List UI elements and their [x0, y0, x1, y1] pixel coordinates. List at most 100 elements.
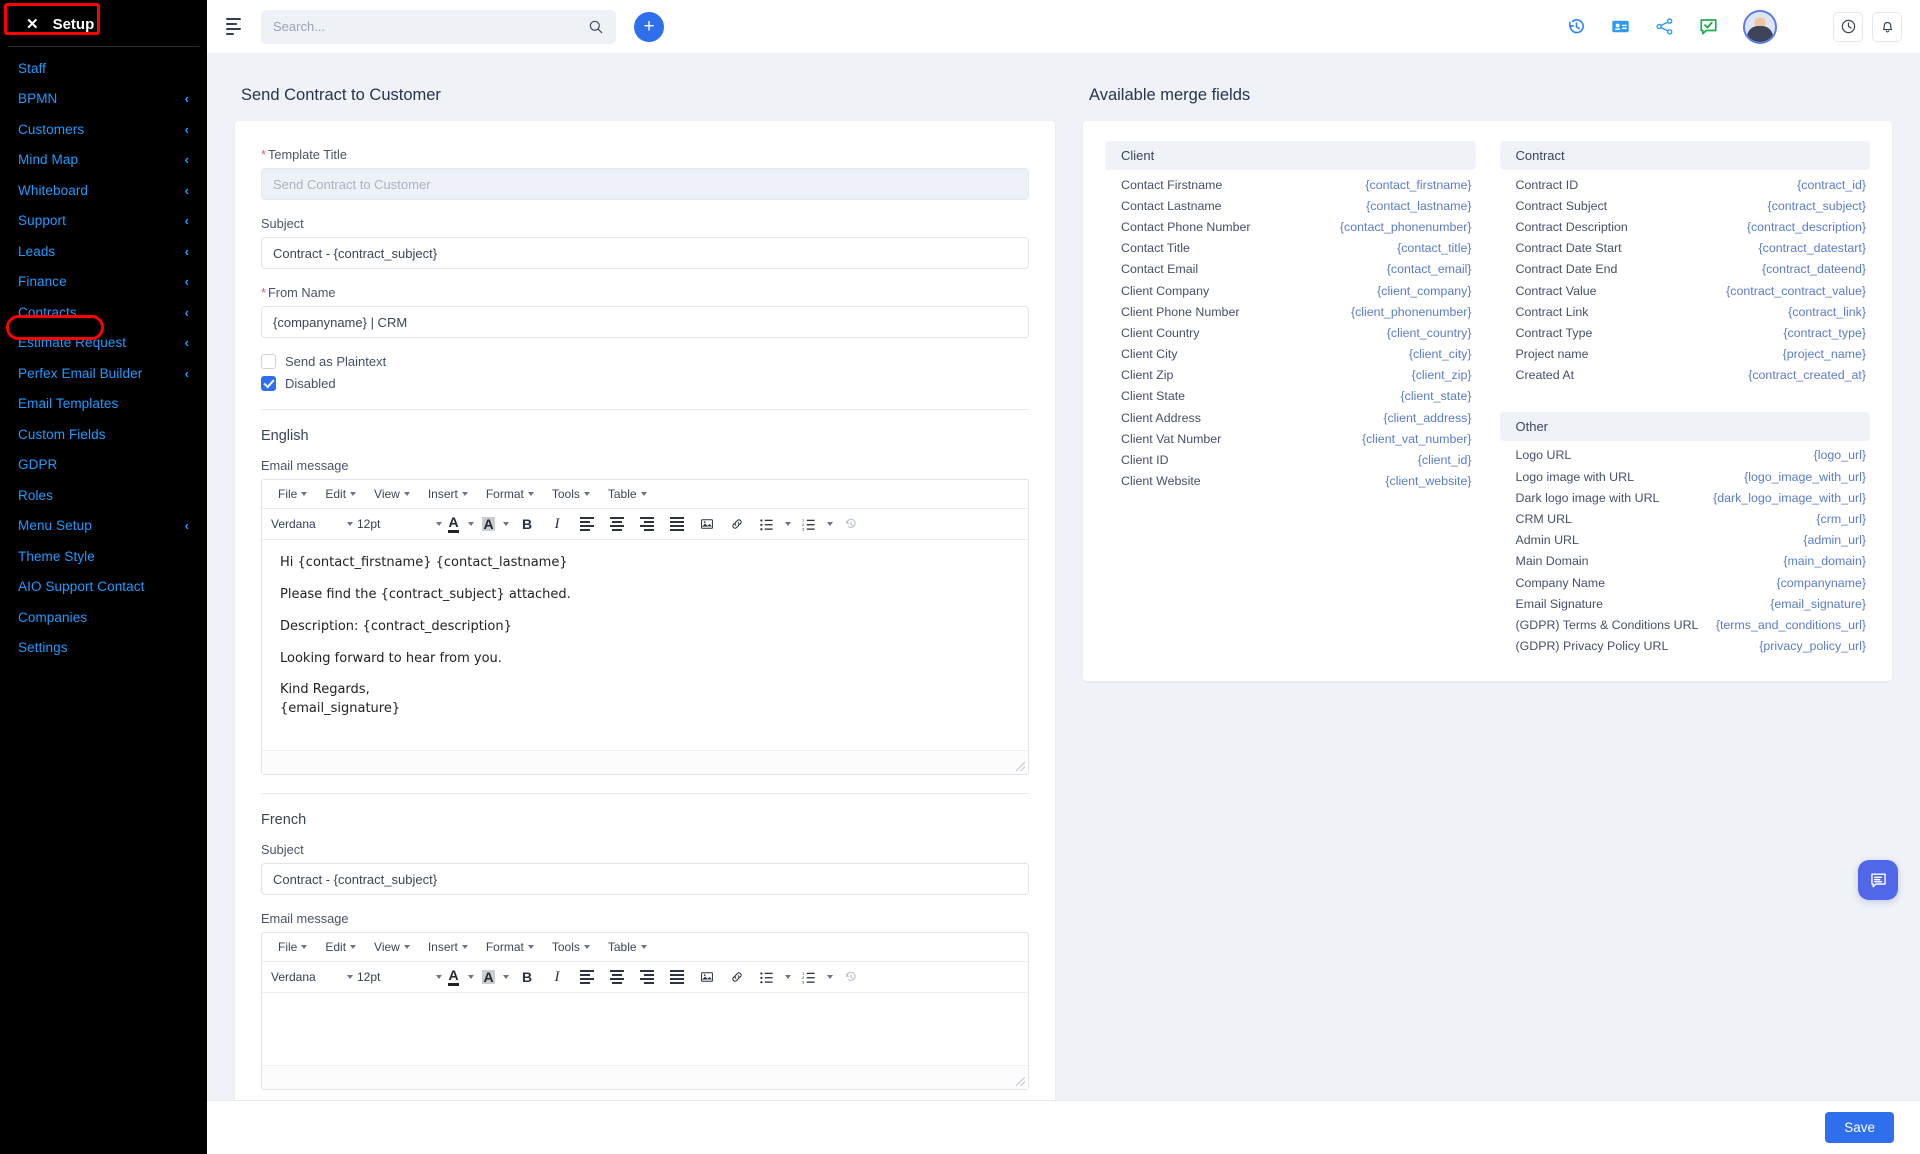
- history-icon[interactable]: [1565, 16, 1587, 38]
- editor-menu-edit[interactable]: Edit: [316, 933, 365, 961]
- merge-field-row[interactable]: Contract Subject {contract_subject}: [1500, 195, 1871, 216]
- merge-field-row[interactable]: Contact Phone Number {contact_phonenumber…: [1105, 216, 1476, 237]
- editor-menu-view[interactable]: View: [365, 933, 419, 961]
- font-family-select[interactable]: Verdana: [271, 966, 353, 988]
- merge-field-key[interactable]: {contact_email}: [1387, 262, 1472, 276]
- sidebar-item-aio-support-contact[interactable]: AIO Support Contact: [0, 572, 207, 603]
- italic-icon[interactable]: I: [542, 966, 572, 988]
- editor-menu-insert[interactable]: Insert: [419, 933, 477, 961]
- merge-field-key[interactable]: {contract_contract_value}: [1726, 284, 1866, 298]
- green-chat-icon[interactable]: [1697, 16, 1719, 38]
- merge-field-row[interactable]: Client Website {client_website}: [1105, 471, 1476, 492]
- close-icon[interactable]: ✕: [26, 17, 39, 32]
- merge-field-key[interactable]: {client_company}: [1377, 284, 1471, 298]
- editor-menu-file[interactable]: File: [269, 933, 316, 961]
- sidebar-item-menu-setup[interactable]: Menu Setup ‹: [0, 511, 207, 542]
- merge-field-row[interactable]: Client Address {client_address}: [1105, 407, 1476, 428]
- share-icon[interactable]: [1653, 16, 1675, 38]
- sidebar-item-support[interactable]: Support ‹: [0, 206, 207, 237]
- text-color-icon[interactable]: A: [442, 966, 465, 988]
- merge-field-row[interactable]: Client ID {client_id}: [1105, 449, 1476, 470]
- chat-fab-button[interactable]: [1858, 860, 1898, 900]
- resize-handle[interactable]: [1016, 1077, 1025, 1086]
- text-color-icon[interactable]: A: [442, 513, 465, 535]
- merge-field-row[interactable]: Contract Description {contract_descriptio…: [1500, 216, 1871, 237]
- add-new-button[interactable]: +: [634, 11, 664, 42]
- subject-input[interactable]: [261, 237, 1029, 269]
- align-left-icon[interactable]: [572, 513, 602, 535]
- search-box[interactable]: [261, 9, 616, 44]
- link-icon[interactable]: [722, 513, 752, 535]
- align-right-icon[interactable]: [632, 513, 662, 535]
- numbered-list-dropdown-icon[interactable]: [824, 966, 836, 988]
- editor-menu-format[interactable]: Format: [477, 933, 543, 961]
- hamburger-icon[interactable]: [221, 14, 247, 40]
- avatar[interactable]: [1743, 9, 1777, 44]
- merge-field-row[interactable]: Created At {contract_created_at}: [1500, 365, 1871, 386]
- merge-field-key[interactable]: {client_address}: [1383, 411, 1471, 425]
- undo-icon[interactable]: [836, 966, 866, 988]
- merge-field-row[interactable]: (GDPR) Privacy Policy URL {privacy_policy…: [1500, 636, 1871, 657]
- background-color-dropdown-icon[interactable]: [500, 966, 512, 988]
- bullet-list-dropdown-icon[interactable]: [782, 966, 794, 988]
- sidebar-item-customers[interactable]: Customers ‹: [0, 114, 207, 145]
- sidebar-item-leads[interactable]: Leads ‹: [0, 236, 207, 267]
- merge-field-row[interactable]: Contact Title {contact_title}: [1105, 238, 1476, 259]
- editor-content[interactable]: Hi {contact_firstname} {contact_lastname…: [262, 540, 1028, 750]
- merge-field-key[interactable]: {project_name}: [1783, 347, 1866, 361]
- merge-field-row[interactable]: Main Domain {main_domain}: [1500, 551, 1871, 572]
- background-color-icon[interactable]: A: [477, 513, 500, 535]
- merge-field-row[interactable]: (GDPR) Terms & Conditions URL {terms_and_…: [1500, 614, 1871, 635]
- editor-menu-insert[interactable]: Insert: [419, 480, 477, 508]
- merge-field-key[interactable]: {companyname}: [1776, 576, 1866, 590]
- template-title-input[interactable]: [261, 168, 1029, 200]
- checkbox-row[interactable]: Send as Plaintext: [261, 354, 1029, 369]
- editor-menu-tools[interactable]: Tools: [543, 480, 599, 508]
- merge-field-row[interactable]: Admin URL {admin_url}: [1500, 530, 1871, 551]
- merge-field-row[interactable]: Logo image with URL {logo_image_with_url}: [1500, 466, 1871, 487]
- sidebar-item-staff[interactable]: Staff: [0, 53, 207, 84]
- sidebar-item-custom-fields[interactable]: Custom Fields: [0, 419, 207, 450]
- merge-field-key[interactable]: {contract_type}: [1783, 326, 1866, 340]
- merge-field-row[interactable]: Client Company {client_company}: [1105, 280, 1476, 301]
- image-icon[interactable]: [692, 513, 722, 535]
- bold-icon[interactable]: B: [512, 966, 542, 988]
- merge-field-row[interactable]: Client Vat Number {client_vat_number}: [1105, 428, 1476, 449]
- sidebar-item-roles[interactable]: Roles: [0, 480, 207, 511]
- align-center-icon[interactable]: [602, 966, 632, 988]
- merge-field-row[interactable]: Contact Email {contact_email}: [1105, 259, 1476, 280]
- sidebar-item-bpmn[interactable]: BPMN ‹: [0, 84, 207, 115]
- merge-field-key[interactable]: {contract_subject}: [1767, 199, 1866, 213]
- merge-field-row[interactable]: Contract Type {contract_type}: [1500, 322, 1871, 343]
- sidebar-item-settings[interactable]: Settings: [0, 633, 207, 664]
- align-center-icon[interactable]: [602, 513, 632, 535]
- merge-field-row[interactable]: Client Country {client_country}: [1105, 322, 1476, 343]
- sidebar-item-mind-map[interactable]: Mind Map ‹: [0, 145, 207, 176]
- merge-field-row[interactable]: Contract ID {contract_id}: [1500, 174, 1871, 195]
- rich-text-editor[interactable]: File Edit View Insert Format Tools Table Verdan…: [261, 479, 1029, 775]
- align-justify-icon[interactable]: [662, 513, 692, 535]
- merge-field-row[interactable]: Contact Lastname {contact_lastname}: [1105, 195, 1476, 216]
- merge-field-key[interactable]: {client_website}: [1385, 474, 1471, 488]
- merge-field-key[interactable]: {client_state}: [1401, 389, 1472, 403]
- search-input[interactable]: [273, 19, 588, 34]
- merge-field-key[interactable]: {contract_dateend}: [1762, 262, 1866, 276]
- from-name-input[interactable]: [261, 306, 1029, 338]
- bullet-list-dropdown-icon[interactable]: [782, 513, 794, 535]
- font-family-select[interactable]: Verdana: [271, 513, 353, 535]
- merge-field-key[interactable]: {terms_and_conditions_url}: [1716, 618, 1866, 632]
- sidebar-item-perfex-email-builder[interactable]: Perfex Email Builder ‹: [0, 358, 207, 389]
- bell-icon[interactable]: [1872, 11, 1902, 42]
- sidebar-item-companies[interactable]: Companies: [0, 602, 207, 633]
- align-justify-icon[interactable]: [662, 966, 692, 988]
- sidebar-item-gdpr[interactable]: GDPR: [0, 450, 207, 481]
- editor-menu-table[interactable]: Table: [599, 480, 656, 508]
- merge-field-row[interactable]: Client State {client_state}: [1105, 386, 1476, 407]
- align-right-icon[interactable]: [632, 966, 662, 988]
- save-button[interactable]: Save: [1825, 1112, 1894, 1143]
- sidebar-item-email-templates[interactable]: Email Templates: [0, 389, 207, 420]
- resize-handle[interactable]: [1016, 762, 1025, 771]
- editor-menu-edit[interactable]: Edit: [316, 480, 365, 508]
- merge-field-key[interactable]: {main_domain}: [1783, 554, 1866, 568]
- merge-field-key[interactable]: {client_phonenumber}: [1351, 305, 1472, 319]
